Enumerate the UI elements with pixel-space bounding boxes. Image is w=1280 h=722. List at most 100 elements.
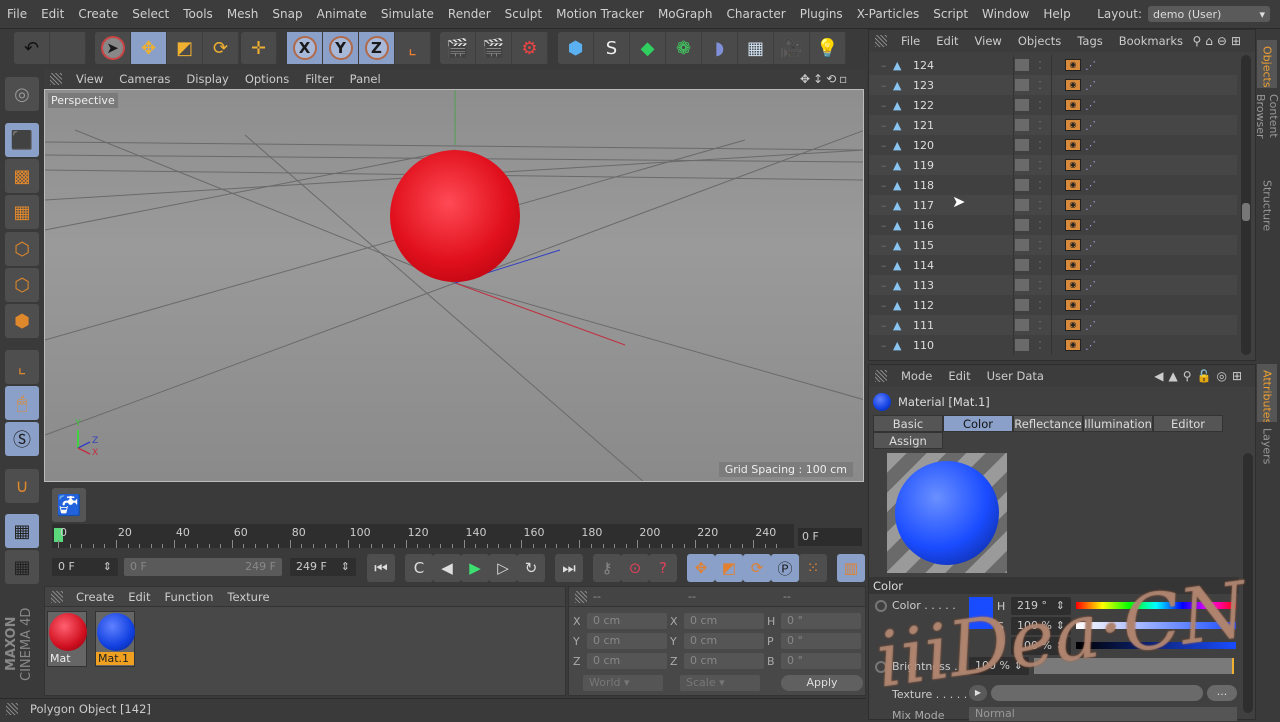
phong-tag-icon[interactable]: ◉ — [1065, 239, 1081, 251]
color-animate-toggle[interactable] — [875, 600, 887, 612]
object-menu-file[interactable]: File — [893, 34, 928, 48]
material-tag-icon[interactable]: ⋰ — [1081, 259, 1096, 272]
previous-key-button[interactable]: C — [405, 554, 433, 582]
current-frame-field[interactable]: 0 F — [798, 528, 862, 546]
object-menu-tags[interactable]: Tags — [1069, 34, 1110, 48]
visibility-dots-icon[interactable]: ⁚ — [1029, 319, 1051, 332]
light-button[interactable]: 💡 — [810, 32, 846, 64]
object-row[interactable]: – ▲ 124 ⁚ ◉ ⋰ — [869, 55, 1237, 75]
layer-icon[interactable] — [1015, 79, 1029, 91]
key-position-button[interactable]: ✥ — [687, 554, 715, 582]
menu-file[interactable]: File — [0, 7, 34, 21]
key-scale-button[interactable]: ◩ — [715, 554, 743, 582]
coord-space-dropdown[interactable]: World ▾ — [583, 675, 663, 691]
previous-frame-button[interactable]: ◀ — [433, 554, 461, 582]
coord-mode-dropdown[interactable]: Scale ▾ — [680, 675, 760, 691]
phong-tag-icon[interactable]: ◉ — [1065, 79, 1081, 91]
menu-mograph[interactable]: MoGraph — [651, 7, 720, 21]
phong-tag-icon[interactable]: ◉ — [1065, 279, 1081, 291]
menu-snap[interactable]: Snap — [265, 7, 309, 21]
object-name[interactable]: 120 — [909, 139, 1013, 152]
object-row[interactable]: – ▲ 116 ⁚ ◉ ⋰ — [869, 215, 1237, 235]
layer-icon[interactable] — [1015, 239, 1029, 251]
layer-icon[interactable] — [1015, 59, 1029, 71]
object-row[interactable]: – ▲ 117 ⁚ ◉ ⋰ — [869, 195, 1237, 215]
object-name[interactable]: 121 — [909, 119, 1013, 132]
render-view-button[interactable]: 🎬 — [440, 32, 476, 64]
texture-mode-button[interactable]: ▩ — [5, 159, 39, 193]
viewport[interactable]: Perspective Y Z X Grid Spacing : 100 cm — [44, 89, 864, 482]
menu-edit[interactable]: Edit — [34, 7, 71, 21]
menu-help[interactable]: Help — [1036, 7, 1077, 21]
go-to-end-button[interactable]: ⏭ — [555, 554, 583, 582]
layer-icon[interactable] — [1015, 199, 1029, 211]
menu-motion-tracker[interactable]: Motion Tracker — [549, 7, 651, 21]
object-row[interactable]: – ▲ 118 ⁚ ◉ ⋰ — [869, 175, 1237, 195]
live-selection-button[interactable]: ➤ — [95, 32, 131, 64]
menu-sculpt[interactable]: Sculpt — [498, 7, 549, 21]
red-sphere-object[interactable] — [390, 150, 520, 282]
camera-label[interactable]: Perspective — [48, 93, 118, 108]
render-picture-viewer-button[interactable]: 🎬 — [476, 32, 512, 64]
layout-dropdown[interactable]: demo (User) ▾ — [1148, 6, 1270, 22]
hue-slider[interactable] — [1076, 602, 1236, 609]
object-menu-view[interactable]: View — [967, 34, 1010, 48]
saturation-field[interactable]: 100 % ⇕ — [1011, 617, 1071, 635]
locked-workplane-button[interactable]: ▦ — [5, 514, 39, 548]
object-row[interactable]: – ▲ 110 ⁚ ◉ ⋰ — [869, 335, 1237, 355]
tab-color[interactable]: Color — [943, 415, 1013, 432]
saturation-slider[interactable] — [1076, 622, 1236, 629]
layer-icon[interactable] — [1015, 279, 1029, 291]
object-name[interactable]: 110 — [909, 339, 1013, 352]
object-manager-tools[interactable]: ⚲⌂⊖⊞ — [1192, 34, 1245, 48]
move-button[interactable]: ✥ — [131, 32, 167, 64]
menu-tools[interactable]: Tools — [176, 7, 220, 21]
visibility-dots-icon[interactable]: ⁚ — [1029, 159, 1051, 172]
tab-basic[interactable]: Basic — [873, 415, 943, 432]
axis-mode-button[interactable]: ⌞ — [5, 350, 39, 384]
tab-objects[interactable]: Objects — [1257, 40, 1277, 88]
tab-editor[interactable]: Editor — [1153, 415, 1223, 432]
value-slider[interactable] — [1076, 642, 1236, 649]
menu-simulate[interactable]: Simulate — [374, 7, 441, 21]
visibility-dots-icon[interactable]: ⁚ — [1029, 219, 1051, 232]
viewport-menu-view[interactable]: View — [68, 72, 111, 86]
object-row[interactable]: – ▲ 115 ⁚ ◉ ⋰ — [869, 235, 1237, 255]
phong-tag-icon[interactable]: ◉ — [1065, 179, 1081, 191]
coord-field[interactable]: 0 ° — [781, 633, 861, 649]
z-axis-button[interactable]: Z — [359, 32, 395, 64]
cube-button[interactable]: ⬢ — [558, 32, 594, 64]
menu-render[interactable]: Render — [441, 7, 498, 21]
coordinate-system-button[interactable]: ⌞ — [395, 32, 431, 64]
visibility-dots-icon[interactable]: ⁚ — [1029, 259, 1051, 272]
tab-layers[interactable]: Layers — [1257, 422, 1277, 466]
material-tag-icon[interactable]: ⋰ — [1081, 99, 1096, 112]
material-menu-texture[interactable]: Texture — [220, 590, 276, 604]
object-name[interactable]: 122 — [909, 99, 1013, 112]
viewport-nav-icons[interactable]: ✥↕⟲▫ — [800, 72, 850, 86]
object-name[interactable]: 115 — [909, 239, 1013, 252]
object-menu-bookmarks[interactable]: Bookmarks — [1111, 34, 1191, 48]
phong-tag-icon[interactable]: ◉ — [1065, 339, 1081, 351]
object-menu-edit[interactable]: Edit — [928, 34, 966, 48]
material-menu-create[interactable]: Create — [69, 590, 121, 604]
object-name[interactable]: 114 — [909, 259, 1013, 272]
material-tag-icon[interactable]: ⋰ — [1081, 299, 1096, 312]
tweak-mode-button[interactable]: 🖱 — [5, 386, 39, 420]
brightness-slider[interactable] — [1034, 658, 1234, 674]
mix-mode-dropdown[interactable]: Normal — [969, 707, 1237, 721]
object-name[interactable]: 112 — [909, 299, 1013, 312]
coord-field[interactable]: 0 ° — [781, 613, 861, 629]
brightness-animate-toggle[interactable] — [875, 661, 887, 673]
y-axis-button[interactable]: Y — [323, 32, 359, 64]
phong-tag-icon[interactable]: ◉ — [1065, 219, 1081, 231]
timeline-window-button[interactable]: ▥ — [837, 554, 865, 582]
material-mat-1[interactable]: Mat.1 — [95, 611, 135, 667]
phong-tag-icon[interactable]: ◉ — [1065, 319, 1081, 331]
phong-tag-icon[interactable]: ◉ — [1065, 199, 1081, 211]
object-name[interactable]: 116 — [909, 219, 1013, 232]
tab-content-browser[interactable]: Content Browser — [1254, 88, 1280, 174]
scale-button[interactable]: ◩ — [167, 32, 203, 64]
redo-button[interactable] — [50, 32, 86, 64]
go-to-start-button[interactable]: ⏮ — [367, 554, 395, 582]
